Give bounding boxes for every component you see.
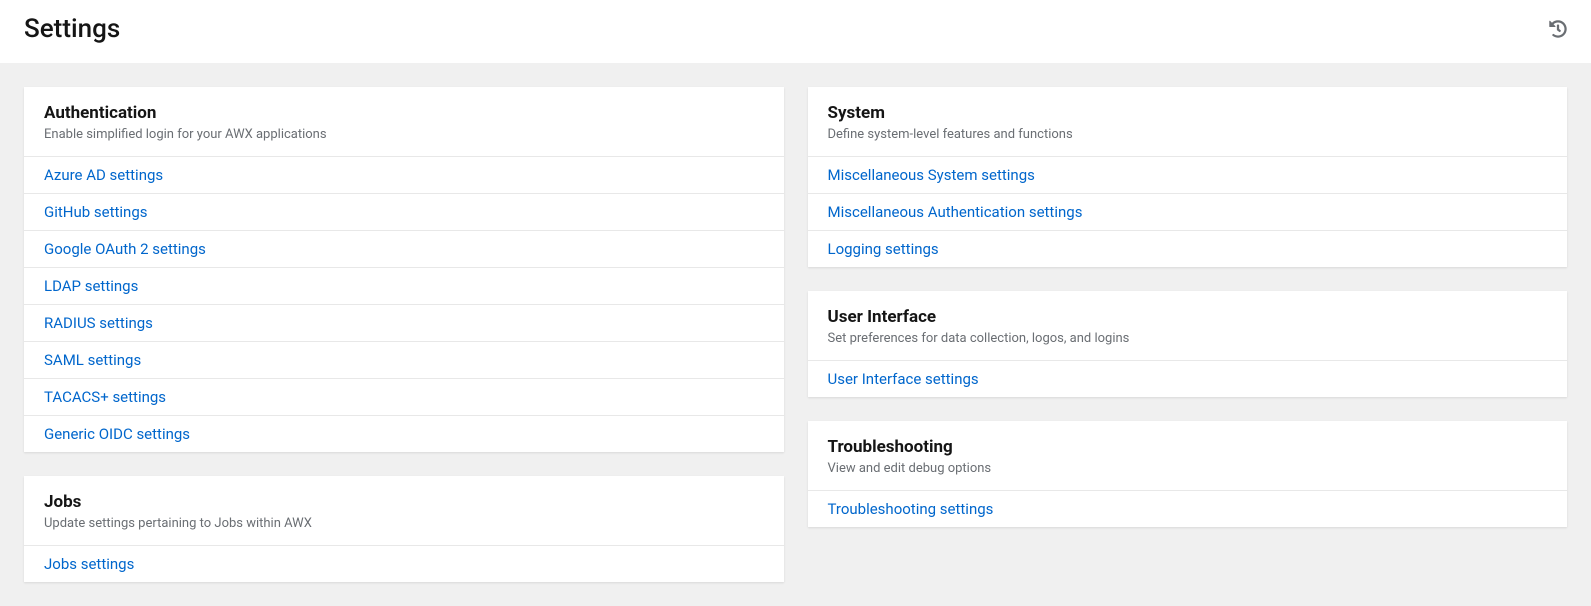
link-ldap[interactable]: LDAP settings	[24, 267, 784, 304]
link-saml[interactable]: SAML settings	[24, 341, 784, 378]
left-column: Authentication Enable simplified login fo…	[24, 87, 784, 582]
card-jobs: Jobs Update settings pertaining to Jobs w…	[24, 476, 784, 582]
link-google-oauth2[interactable]: Google OAuth 2 settings	[24, 230, 784, 267]
right-column: System Define system-level features and f…	[808, 87, 1568, 582]
link-ui-settings[interactable]: User Interface settings	[808, 360, 1568, 397]
link-azure-ad[interactable]: Azure AD settings	[24, 156, 784, 193]
card-title: Jobs	[44, 492, 764, 512]
link-logging[interactable]: Logging settings	[808, 230, 1568, 267]
link-radius[interactable]: RADIUS settings	[24, 304, 784, 341]
card-description: Update settings pertaining to Jobs withi…	[44, 516, 764, 531]
card-links: User Interface settings	[808, 360, 1568, 397]
card-header: Troubleshooting View and edit debug optio…	[808, 421, 1568, 490]
card-header: User Interface Set preferences for data c…	[808, 291, 1568, 360]
page-title: Settings	[24, 14, 120, 44]
card-title: Authentication	[44, 103, 764, 123]
card-links: Troubleshooting settings	[808, 490, 1568, 527]
card-links: Azure AD settingsGitHub settingsGoogle O…	[24, 156, 784, 452]
card-header: Jobs Update settings pertaining to Jobs w…	[24, 476, 784, 545]
settings-content: Authentication Enable simplified login fo…	[0, 63, 1591, 606]
card-title: System	[828, 103, 1548, 123]
card-description: Define system-level features and functio…	[828, 127, 1548, 142]
card-header: Authentication Enable simplified login fo…	[24, 87, 784, 156]
link-misc-system[interactable]: Miscellaneous System settings	[808, 156, 1568, 193]
card-title: Troubleshooting	[828, 437, 1548, 457]
link-github[interactable]: GitHub settings	[24, 193, 784, 230]
link-oidc[interactable]: Generic OIDC settings	[24, 415, 784, 452]
card-links: Jobs settings	[24, 545, 784, 582]
link-tacacs[interactable]: TACACS+ settings	[24, 378, 784, 415]
page-header: Settings	[0, 0, 1591, 63]
card-description: View and edit debug options	[828, 461, 1548, 476]
history-icon[interactable]	[1549, 20, 1567, 38]
link-troubleshooting-settings[interactable]: Troubleshooting settings	[808, 490, 1568, 527]
card-authentication: Authentication Enable simplified login fo…	[24, 87, 784, 452]
card-troubleshooting: Troubleshooting View and edit debug optio…	[808, 421, 1568, 527]
link-jobs-settings[interactable]: Jobs settings	[24, 545, 784, 582]
card-system: System Define system-level features and f…	[808, 87, 1568, 267]
card-description: Set preferences for data collection, log…	[828, 331, 1548, 346]
card-title: User Interface	[828, 307, 1548, 327]
card-header: System Define system-level features and f…	[808, 87, 1568, 156]
card-links: Miscellaneous System settingsMiscellaneo…	[808, 156, 1568, 267]
card-description: Enable simplified login for your AWX app…	[44, 127, 764, 142]
card-user-interface: User Interface Set preferences for data c…	[808, 291, 1568, 397]
link-misc-auth[interactable]: Miscellaneous Authentication settings	[808, 193, 1568, 230]
